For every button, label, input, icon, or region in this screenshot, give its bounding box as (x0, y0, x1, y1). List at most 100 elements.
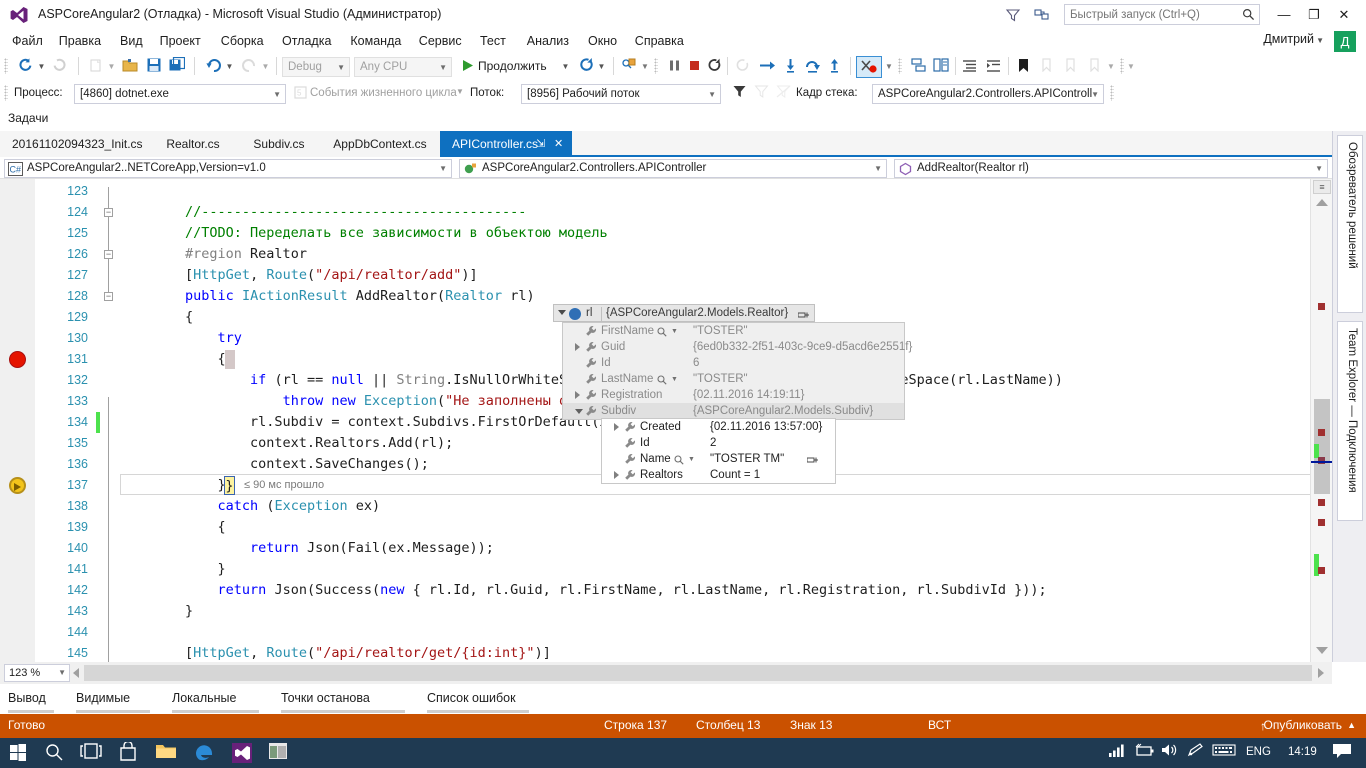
language-indicator[interactable]: ENG (1246, 746, 1271, 758)
step-out-button[interactable] (824, 56, 844, 77)
stop-debugging-button[interactable] (684, 56, 704, 77)
parallel-stacks-button[interactable] (930, 56, 952, 77)
menu-item-5[interactable]: Отладка (276, 32, 337, 51)
toolbar-grip[interactable] (1120, 58, 1124, 74)
code-line-text[interactable]: return Json(Success(new { rl.Id, rl.Guid… (120, 580, 1047, 601)
avatar[interactable]: Д (1334, 31, 1356, 53)
close-button[interactable]: ✕ (1330, 4, 1358, 25)
restart-button[interactable] (576, 56, 596, 77)
start-button-icon[interactable] (8, 742, 30, 764)
scroll-right-arrow-icon[interactable] (1318, 668, 1324, 678)
menu-item-1[interactable]: Правка (53, 32, 107, 51)
touch-keyboard-icon[interactable] (1212, 742, 1236, 764)
undo-button[interactable] (202, 56, 224, 77)
code-line-text[interactable]: try (120, 328, 242, 349)
code-line-text[interactable]: catch (Exception ex) (120, 496, 381, 517)
code-line-text[interactable]: public IActionResult AddRealtor(Realtor … (120, 286, 535, 307)
tab-pin-icon[interactable]: ⇲ (536, 131, 545, 157)
dock-tab-0[interactable]: Обозреватель решений (1337, 135, 1363, 313)
show-next-statement-button[interactable] (756, 56, 778, 77)
horizontal-scrollbar-thumb[interactable] (84, 665, 1312, 681)
code-line-text[interactable]: //--------------------------------------… (120, 202, 526, 223)
open-file-button[interactable] (119, 56, 141, 77)
menu-item-2[interactable]: Вид (114, 32, 149, 51)
collapsed-triangle-icon[interactable] (614, 471, 619, 479)
fold-collapse-icon[interactable]: − (104, 292, 113, 301)
current-statement-arrow-icon[interactable] (9, 477, 26, 494)
tool-window-tab-1[interactable]: Видимые (76, 689, 130, 708)
scroll-up-arrow-icon[interactable] (1316, 199, 1328, 206)
collapsed-triangle-icon[interactable] (575, 391, 580, 399)
collapsed-triangle-icon[interactable] (614, 423, 619, 431)
microsoft-edge-icon[interactable] (193, 742, 215, 764)
code-line-text[interactable]: } (120, 475, 226, 496)
code-line-text[interactable]: //TODO: Переделать все зависимости в объ… (120, 223, 608, 244)
undo-dropdown[interactable]: ▼ (224, 56, 235, 77)
show-threads-button[interactable] (908, 56, 930, 77)
toolbar-grip[interactable] (4, 85, 8, 101)
app-window-icon[interactable] (268, 742, 290, 764)
account-chevron-down-icon[interactable]: ▼ (1316, 36, 1324, 45)
breakpoint-icon[interactable] (9, 351, 26, 368)
save-all-button[interactable] (166, 56, 188, 77)
code-line-text[interactable]: #region Realtor (120, 244, 307, 265)
tab-close-icon[interactable]: ✕ (554, 131, 563, 157)
code-line-text[interactable]: context.Realtors.Add(rl); (120, 433, 453, 454)
type-combo[interactable]: ASPCoreAngular2.Controllers.APIControlle… (459, 159, 887, 178)
data-tip-sub-row[interactable]: Id 2 (602, 435, 835, 451)
bookmark-icon[interactable] (1012, 56, 1034, 77)
navigate-backward-dropdown[interactable]: ▼ (36, 56, 47, 77)
scroll-left-arrow-icon[interactable] (73, 668, 79, 678)
code-line-text[interactable]: return Json(Fail(ex.Message)); (120, 538, 494, 559)
flag-filter-icon[interactable] (730, 82, 748, 103)
stack-frame-combo[interactable]: ASPCoreAngular2.Controllers.APIControll … (872, 84, 1104, 104)
visual-studio-taskbar-icon[interactable] (231, 742, 253, 764)
feedback-icon[interactable] (1004, 6, 1022, 24)
menu-item-3[interactable]: Проект (154, 32, 207, 51)
pin-icon[interactable] (797, 309, 810, 319)
volume-icon[interactable] (1160, 742, 1182, 764)
tool-window-tab-2[interactable]: Локальные (172, 689, 237, 708)
menu-item-10[interactable]: Окно (582, 32, 623, 51)
action-center-icon[interactable] (1332, 742, 1354, 764)
attach-dropdown[interactable]: ▼ (640, 56, 650, 77)
code-line-text[interactable]: { (120, 349, 226, 370)
quick-launch-input[interactable] (1070, 5, 1230, 24)
attach-to-process-button[interactable] (618, 56, 640, 77)
code-line-text[interactable]: } (120, 559, 226, 580)
code-line-text[interactable]: [HttpGet, Route("/api/realtor/get/{id:in… (120, 643, 551, 662)
document-tab-4[interactable]: APIController.cs ⇲ ✕ (440, 131, 572, 157)
document-tab-2[interactable]: Subdiv.cs (238, 131, 320, 157)
data-tip-sub-row[interactable]: Created {02.11.2016 13:57:00} (602, 419, 835, 435)
fold-collapse-icon[interactable]: − (104, 208, 113, 217)
code-line-text[interactable]: } (120, 601, 193, 622)
publish-button[interactable]: Опубликовать (1264, 718, 1342, 732)
toolbar-overflow-button[interactable]: ▼ (1126, 56, 1136, 77)
dock-tab-1[interactable]: Team Explorer — Подключения (1337, 321, 1363, 521)
toolbar-grip[interactable] (1110, 85, 1114, 101)
minimize-button[interactable]: — (1270, 4, 1298, 25)
pen-icon[interactable] (1186, 742, 1208, 764)
file-explorer-icon[interactable] (155, 742, 177, 764)
publish-chevron-up-icon[interactable]: ▲ (1347, 720, 1356, 730)
code-line-text[interactable]: { (120, 517, 226, 538)
breakpoint-margin[interactable] (0, 179, 35, 662)
fold-collapse-icon[interactable]: − (104, 250, 113, 259)
data-tip-row[interactable]: Id 6 (563, 355, 904, 371)
data-tip-rows[interactable]: FirstName ▼ "TOSTER" Guid {6ed0b332-2f51-403… (562, 322, 912, 420)
data-tip-row[interactable]: FirstName ▼ "TOSTER" (563, 323, 904, 339)
search-icon[interactable] (44, 742, 66, 764)
code-line-text[interactable]: context.SaveChanges(); (120, 454, 429, 475)
code-line-text[interactable]: [HttpGet, Route("/api/realtor/add")] (120, 265, 478, 286)
toolbar-grip[interactable] (4, 58, 8, 74)
zoom-level-combo[interactable]: 123 % ▼ (4, 664, 70, 682)
menu-item-9[interactable]: Анализ (521, 32, 575, 51)
navigate-backward-button[interactable] (14, 56, 36, 77)
task-view-icon[interactable] (80, 742, 102, 764)
code-line-text[interactable]: { (120, 307, 193, 328)
data-tip-subdiv-rows[interactable]: Created {02.11.2016 13:57:00} Id 2 Name ▼ "TOS… (601, 418, 836, 484)
data-tip-row[interactable]: Registration {02.11.2016 14:19:11} (563, 387, 904, 403)
step-over-button[interactable] (802, 56, 822, 77)
data-tip-row[interactable]: LastName ▼ "TOSTER" (563, 371, 904, 387)
data-tip-row[interactable]: Guid {6ed0b332-2f51-403c-9ce9-d5acd6e2551… (563, 339, 912, 355)
